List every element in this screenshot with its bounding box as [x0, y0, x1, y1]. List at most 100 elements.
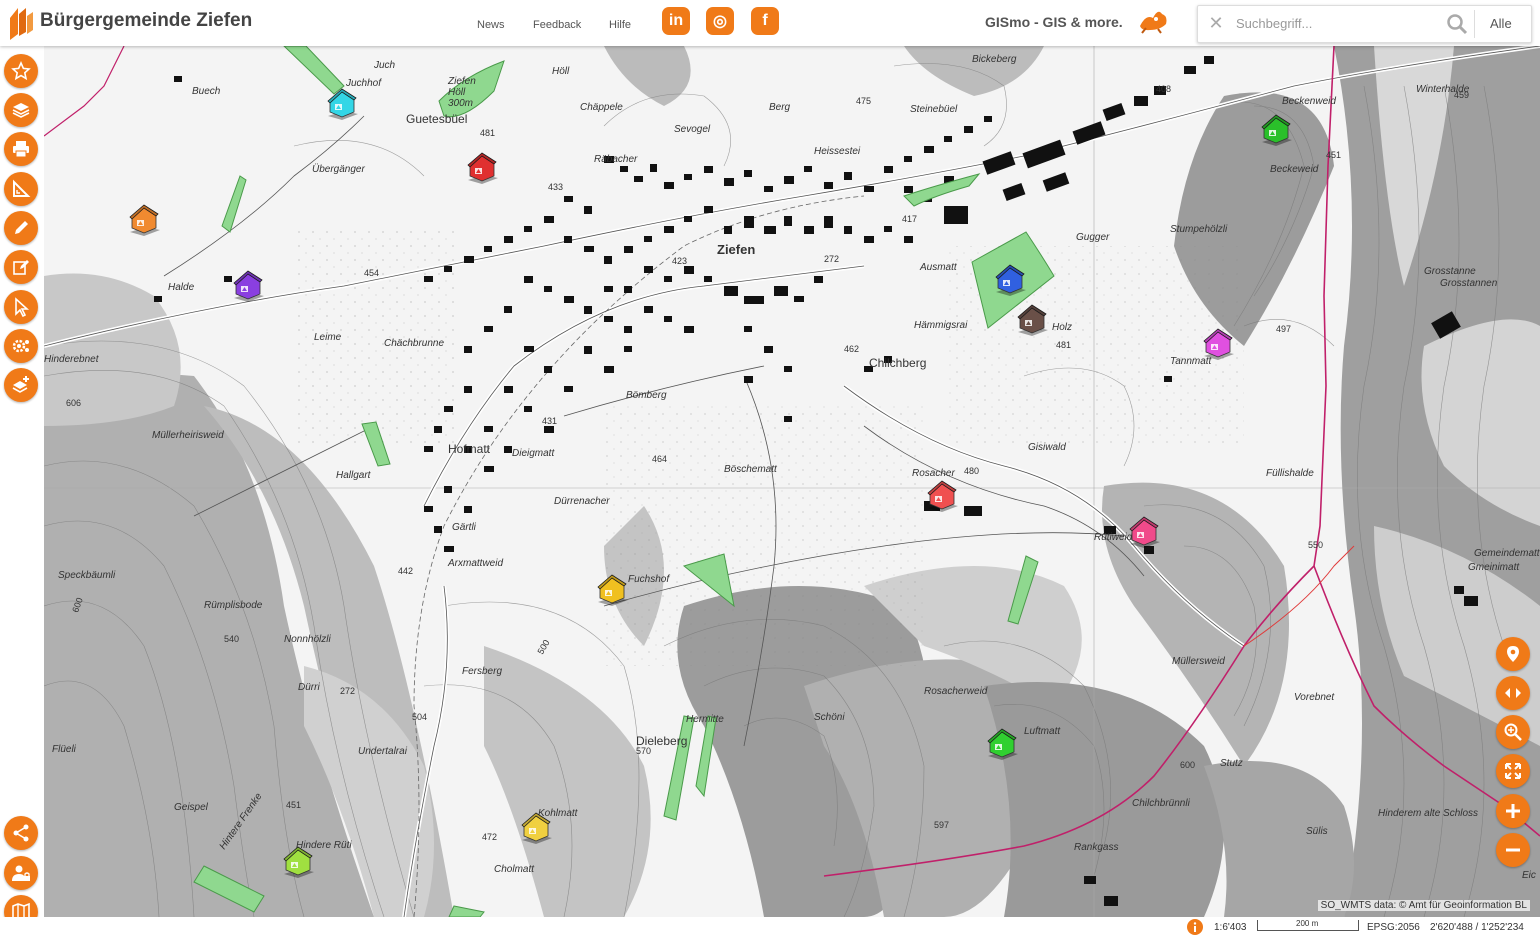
spot-height: 454 [364, 268, 380, 278]
edit-button[interactable] [4, 250, 38, 284]
hut-marker-beckenweid[interactable] [1258, 112, 1294, 146]
hut-marker-fuchshof[interactable] [594, 572, 630, 606]
spot-height: 417 [902, 214, 918, 224]
star-icon [11, 61, 31, 81]
zoom-in-button[interactable] [1496, 794, 1530, 828]
place-label: Müllerheirisweid [152, 430, 224, 441]
map-attribution[interactable]: SO_WMTS data: © Amt für Geoinformation B… [1317, 900, 1530, 911]
favorites-button[interactable] [4, 54, 38, 88]
gismo-logo-icon [1140, 11, 1167, 34]
nav-news[interactable]: News [477, 19, 505, 31]
hut-icon [987, 728, 1018, 760]
place-label: Rümplisbode [204, 600, 263, 611]
place-label: Gemeindematt [1474, 548, 1540, 559]
map-canvas[interactable]: Ziefen Chilchberg Hofmatt Dieleberg Juch… [44, 46, 1540, 917]
spot-height: 504 [412, 712, 428, 722]
place-label: Rankgass [1074, 842, 1119, 853]
hut-marker-holz[interactable] [1014, 302, 1050, 336]
spot-height: 462 [844, 344, 860, 354]
info-icon[interactable] [1187, 919, 1203, 935]
spot-height: 597 [934, 820, 950, 830]
swipe-button[interactable] [1496, 676, 1530, 710]
nav-feedback[interactable]: Feedback [533, 19, 581, 31]
search-divider [1474, 10, 1475, 38]
scale-bar-label: 200 m [1296, 919, 1319, 928]
spot-height: 481 [1056, 340, 1072, 350]
spot-height: 497 [1276, 324, 1292, 334]
scale-text: 1:6'403 [1214, 922, 1247, 933]
hut-marker-guetesbuel[interactable] [464, 150, 500, 184]
instagram-icon[interactable]: ◎ [706, 7, 734, 35]
search-box: ✕ Alle [1197, 5, 1532, 43]
zoom-search-button[interactable] [1496, 715, 1530, 749]
hut-marker-rosacher[interactable] [924, 478, 960, 512]
place-label: Höll [552, 66, 570, 77]
place-label: Buech [192, 86, 221, 97]
place-label: Rosacherweid [924, 686, 988, 697]
zoom-search-icon [1504, 723, 1522, 741]
place-label: Flüeli [52, 744, 76, 755]
hut-marker-west-orange[interactable] [126, 202, 162, 236]
layers-button[interactable] [4, 93, 38, 127]
search-filter-dropdown[interactable]: Alle [1490, 16, 1512, 31]
place-label: Hermitte [686, 714, 724, 725]
fullscreen-button[interactable] [1496, 754, 1530, 788]
select-button[interactable] [4, 290, 38, 324]
hut-marker-luftmatt[interactable] [984, 726, 1020, 760]
print-icon [13, 141, 29, 158]
login-button[interactable] [4, 856, 38, 890]
place-label: Juch [374, 60, 396, 71]
hut-icon [283, 846, 314, 878]
measure-button[interactable] [4, 172, 38, 206]
place-label: Leime [314, 332, 342, 343]
hut-icon [1129, 516, 1160, 548]
place-label: Hinderebnet [44, 354, 99, 365]
spot-height: 472 [482, 832, 498, 842]
hut-marker-rutiweid[interactable] [1126, 514, 1162, 548]
hut-marker-halde[interactable] [230, 268, 266, 302]
place-label: Räbacher [594, 154, 638, 165]
clear-icon[interactable]: ✕ [1206, 13, 1226, 33]
share-button[interactable] [4, 816, 38, 850]
spot-height: 431 [542, 416, 558, 426]
hut-icon [327, 88, 358, 120]
add-layer-button[interactable] [4, 368, 38, 402]
minus-icon [1506, 848, 1520, 852]
settings-button[interactable] [4, 329, 38, 363]
spot-height: 540 [224, 634, 240, 644]
hut-marker-kohlmatt[interactable] [518, 810, 554, 844]
place-label: Beckenweid [1282, 96, 1336, 107]
place-label: Stutz [1220, 758, 1243, 769]
place-label: Holz [1052, 322, 1073, 333]
crs-selector[interactable]: EPSG:2056 [1367, 922, 1420, 933]
place-label: Geispel [174, 802, 208, 813]
hut-marker-tannmatt[interactable] [1200, 326, 1236, 360]
place-label: Arxmattweid [448, 558, 504, 569]
nav-help[interactable]: Hilfe [609, 19, 631, 31]
locate-button[interactable] [1496, 637, 1530, 671]
place-label: Nonnhölzli [284, 634, 331, 645]
hut-marker-hindere-ruti[interactable] [280, 844, 316, 878]
spot-height: 408 [1156, 84, 1172, 94]
place-label: Vorebnet [1294, 692, 1335, 703]
logo-icon[interactable] [6, 4, 36, 42]
zoom-out-button[interactable] [1496, 833, 1530, 867]
place-label: Bickeberg [972, 54, 1017, 65]
hut-icon [467, 152, 498, 184]
pencil-icon [15, 221, 28, 234]
hut-icon [995, 264, 1026, 296]
hut-marker-ausmatt[interactable] [992, 262, 1028, 296]
print-button[interactable] [4, 132, 38, 166]
search-icon[interactable] [1446, 13, 1468, 35]
place-label: Stumpehölzli [1170, 224, 1228, 235]
place-label: Bömberg [626, 390, 667, 401]
add-layer-icon [12, 376, 29, 393]
linkedin-icon[interactable]: in [662, 7, 690, 35]
place-label: Cholmatt [494, 864, 535, 875]
draw-button[interactable] [4, 211, 38, 245]
hut-marker-juchhof[interactable] [324, 86, 360, 120]
search-input[interactable] [1234, 15, 1438, 32]
facebook-icon[interactable]: f [751, 7, 779, 35]
place-label: Böschematt [724, 464, 777, 475]
place-label: Luftmatt [1024, 726, 1061, 737]
